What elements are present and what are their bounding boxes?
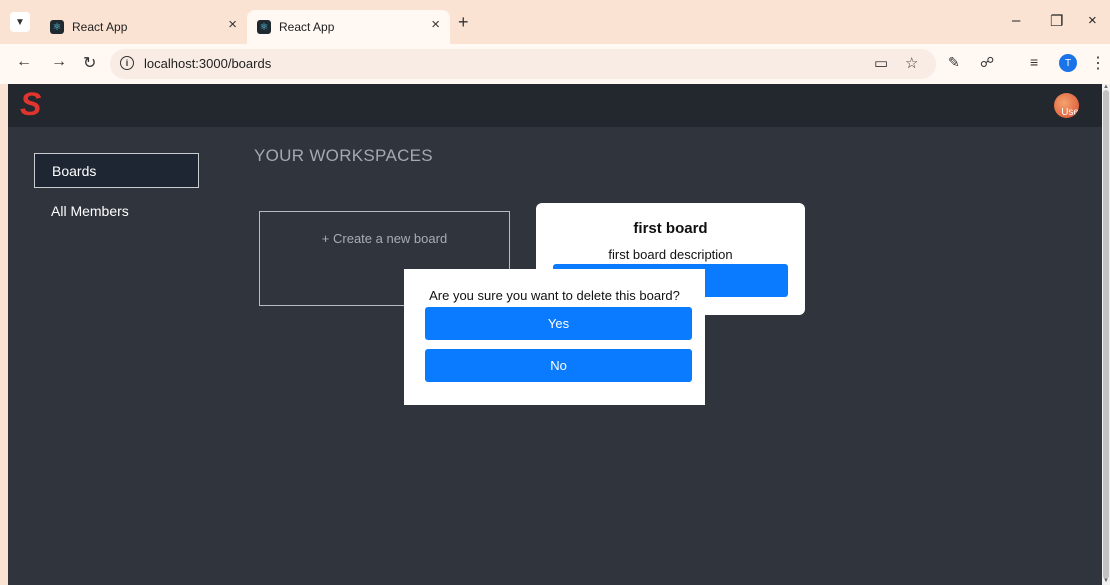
sidebar-item-boards[interactable]: Boards — [34, 153, 199, 188]
profile-avatar[interactable]: T — [1059, 54, 1077, 72]
minimize-icon[interactable]: – — [1012, 12, 1020, 29]
react-favicon-icon: ⚛ — [257, 20, 271, 34]
browser-tab[interactable]: ⚛ React App × — [42, 10, 247, 44]
tab-close-icon[interactable]: × — [431, 16, 440, 33]
url-text[interactable]: localhost:3000/boards — [144, 56, 271, 71]
tab-title: React App — [279, 20, 335, 34]
restore-icon[interactable]: ❐ — [1050, 12, 1063, 30]
browser-tab-active[interactable]: ⚛ React App × — [247, 10, 450, 44]
dialog-message: Are you sure you want to delete this boa… — [429, 288, 680, 303]
create-board-label: + Create a new board — [321, 231, 448, 246]
scroll-down-icon[interactable]: ▼ — [1103, 578, 1109, 584]
user-avatar[interactable]: Use — [1054, 93, 1079, 118]
cast-install-icon[interactable]: ▭ — [874, 54, 888, 72]
sidebar-item-all-members[interactable]: All Members — [34, 196, 199, 226]
tab-close-icon[interactable]: × — [228, 16, 237, 33]
address-bar[interactable]: i localhost:3000/boards ▭ ☆ — [110, 49, 936, 79]
board-description: first board description — [608, 247, 733, 262]
browser-tab-strip: ▼ ⚛ React App × ⚛ React App × + – ❐ × — [0, 0, 1110, 44]
page-scrollbar[interactable]: ▲ ▼ — [1102, 84, 1110, 585]
app-logo-icon[interactable]: S — [20, 86, 41, 123]
scrollbar-thumb[interactable] — [1103, 90, 1109, 579]
window-close-icon[interactable]: × — [1088, 12, 1097, 29]
delete-confirm-dialog: Are you sure you want to delete this boa… — [404, 269, 705, 405]
bookmark-star-icon[interactable]: ☆ — [905, 54, 918, 72]
extensions-puzzle-icon[interactable]: ☍ — [980, 54, 994, 71]
board-title: first board — [633, 220, 708, 237]
site-info-icon[interactable]: i — [120, 56, 134, 70]
confirm-no-button[interactable]: No — [425, 349, 692, 382]
reading-list-icon[interactable]: ≡ — [1030, 54, 1038, 70]
browser-menu-icon[interactable]: ⋮ — [1090, 53, 1106, 73]
app-navbar: S Use — [8, 84, 1102, 127]
new-tab-plus-icon[interactable]: + — [458, 12, 469, 33]
back-arrow-icon[interactable]: ← — [16, 53, 32, 71]
react-favicon-icon: ⚛ — [50, 20, 64, 34]
extension-icon[interactable]: ✎ — [948, 54, 960, 71]
tab-search-chevron-icon[interactable]: ▼ — [10, 12, 30, 32]
app-root: S Use Boards All Members YOUR WORKSPACES… — [8, 84, 1102, 585]
browser-toolbar: ← → ↻ i localhost:3000/boards ▭ ☆ ✎ ☍ ≡ … — [0, 44, 1110, 84]
reload-icon[interactable]: ↻ — [83, 53, 96, 73]
tab-title: React App — [72, 20, 128, 34]
page-title: YOUR WORKSPACES — [254, 146, 433, 165]
forward-arrow-icon[interactable]: → — [51, 53, 67, 71]
confirm-yes-button[interactable]: Yes — [425, 307, 692, 340]
